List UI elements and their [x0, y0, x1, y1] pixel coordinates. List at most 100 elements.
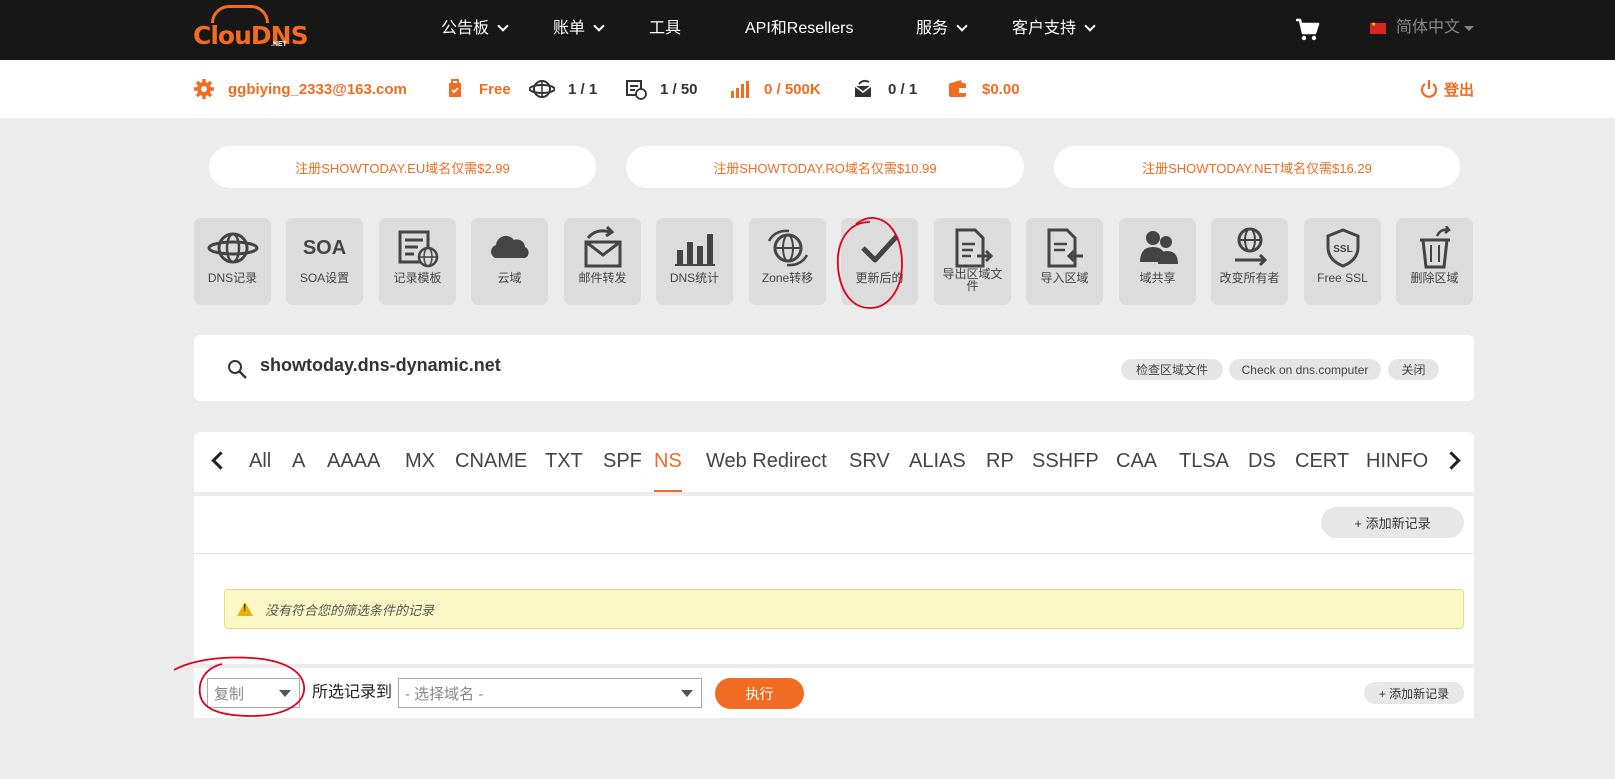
tab-cname[interactable]: CNAME	[455, 432, 527, 492]
bulk-action-select[interactable]: 复制	[207, 678, 300, 708]
tab-hinfo[interactable]: HINFO	[1366, 432, 1443, 492]
mail-forwards-count: 0 / 1	[853, 60, 917, 118]
mail-forward-icon	[584, 226, 621, 268]
shopping-cart-icon[interactable]	[1294, 16, 1320, 42]
tab-rp[interactable]: RP	[986, 432, 1014, 492]
records-globe-icon	[626, 80, 647, 100]
records-value: 1 / 50	[660, 80, 698, 98]
tool-label: 邮件转发	[578, 271, 627, 285]
caret-down-icon	[279, 690, 291, 697]
language-selector[interactable]: 简体中文	[1370, 0, 1475, 56]
add-record-button[interactable]: + 添加新记录	[1321, 507, 1464, 538]
tool-label: Free SSL	[1317, 271, 1368, 285]
tool-record-templates[interactable]: 记录模板	[379, 218, 456, 305]
logout-button[interactable]: 登出	[1418, 60, 1474, 118]
check-dns-computer-button[interactable]: Check on dns.computer	[1229, 359, 1381, 380]
pill-label: 检查区域文件	[1135, 363, 1208, 377]
nav-announcements[interactable]: 公告板	[441, 0, 509, 58]
promo-banner-net[interactable]: 注册SHOWTODAY.NET域名仅需$16.29	[1054, 146, 1460, 188]
zones-count: 1 / 1	[529, 60, 597, 118]
tab-aaaa[interactable]: AAAA	[327, 432, 380, 492]
tool-zone-transfer[interactable]: Zone转移	[749, 218, 826, 305]
tool-delete-zone[interactable]: 删除区域	[1396, 218, 1473, 305]
tool-change-owner[interactable]: 改变所有者	[1211, 218, 1288, 305]
import-file-icon	[1047, 228, 1083, 268]
chevron-right-icon[interactable]	[1442, 451, 1461, 470]
zones-value: 1 / 1	[568, 80, 598, 98]
tab-alias[interactable]: ALIAS	[909, 432, 966, 492]
gear-icon	[194, 79, 214, 99]
add-record-label: + 添加新记录	[1378, 686, 1450, 701]
tab-srv[interactable]: SRV	[849, 432, 890, 492]
tool-dns-records[interactable]: DNS记录	[194, 218, 271, 305]
tool-label: 删除区域	[1410, 271, 1459, 285]
tool-dns-statistics[interactable]: DNS统计	[656, 218, 733, 305]
bulk-action-bar: 复制 所选记录到 - 选择域名 - 执行 + 添加新记录	[194, 668, 1474, 718]
tool-updated[interactable]: 更新后的	[841, 218, 918, 305]
tab-ds[interactable]: DS	[1248, 432, 1276, 492]
nav-tools[interactable]: 工具	[649, 0, 681, 58]
nav-announcements-label: 公告板	[441, 20, 490, 37]
account-balance[interactable]: $0.00	[947, 60, 1020, 118]
ssl-icon-text: SSL	[1333, 244, 1352, 255]
account-email: ggbiying_2333@163.com	[228, 80, 407, 98]
tool-label: 更新后的	[855, 271, 904, 285]
tool-cloud-domain[interactable]: 云域	[471, 218, 548, 305]
cloudns-logo[interactable]: ClouDNS .NET	[193, 3, 309, 50]
nav-services-label: 服务	[916, 20, 949, 37]
mail-forwards-value: 0 / 1	[888, 80, 918, 98]
tab-all[interactable]: All	[249, 432, 271, 492]
search-icon[interactable]	[227, 359, 247, 379]
tool-domain-sharing[interactable]: 域共享	[1119, 218, 1196, 305]
bar-stats-icon	[731, 81, 749, 98]
execute-button[interactable]: 执行	[715, 678, 804, 709]
promo-banner-ro[interactable]: 注册SHOWTODAY.RO域名仅需$10.99	[626, 146, 1024, 188]
nav-support[interactable]: 客户支持	[1012, 0, 1096, 58]
tool-free-ssl[interactable]: SSL Free SSL	[1304, 218, 1381, 305]
tab-web-redirect[interactable]: Web Redirect	[706, 432, 827, 492]
tab-cert[interactable]: CERT	[1295, 432, 1349, 492]
tool-mail-forwarding[interactable]: 邮件转发	[564, 218, 641, 305]
tab-txt[interactable]: TXT	[545, 432, 583, 492]
template-icon	[398, 230, 438, 268]
wallet-icon	[949, 80, 967, 97]
domain-header: showtoday.dns-dynamic.net 检查区域文件 Check o…	[194, 335, 1474, 401]
tab-ns[interactable]: NS	[654, 432, 682, 492]
queries-count[interactable]: 0 / 500K	[729, 60, 821, 118]
tool-soa-settings[interactable]: SOA SOA设置	[286, 218, 363, 305]
close-zone-button[interactable]: 关闭	[1388, 359, 1439, 380]
tool-label: 导出区域文件	[942, 267, 1003, 293]
add-record-button-bottom[interactable]: + 添加新记录	[1364, 682, 1464, 704]
nav-services[interactable]: 服务	[916, 0, 968, 58]
users-icon	[1139, 231, 1178, 264]
tab-a[interactable]: A	[292, 432, 305, 492]
caret-down-icon	[681, 690, 693, 697]
account-settings[interactable]: ggbiying_2333@163.com	[193, 60, 407, 118]
soa-icon: SOA	[302, 236, 347, 259]
tool-label: Zone转移	[761, 271, 814, 285]
chevron-left-icon[interactable]	[211, 451, 230, 470]
trash-icon	[1419, 226, 1451, 269]
target-domain-select[interactable]: - 选择域名 -	[398, 678, 702, 708]
promo-banner-eu[interactable]: 注册SHOWTODAY.EU域名仅需$2.99	[209, 146, 596, 188]
chevron-down-icon	[956, 20, 968, 32]
tool-import-zone[interactable]: 导入区域	[1026, 218, 1103, 305]
nav-api-resellers[interactable]: API和Resellers	[745, 0, 853, 58]
tab-sshfp[interactable]: SSHFP	[1032, 432, 1099, 492]
nav-billing[interactable]: 账单	[553, 0, 605, 58]
china-flag-icon	[1370, 20, 1386, 34]
tool-label: 域共享	[1139, 271, 1176, 285]
check-zone-file-button[interactable]: 检查区域文件	[1121, 359, 1223, 380]
nav-billing-label: 账单	[553, 20, 586, 37]
plan-status[interactable]: Free	[444, 60, 511, 118]
top-navigation: ClouDNS .NET 公告板 账单 工具 API和Resellers 服务 …	[0, 0, 1615, 60]
plan-label: Free	[479, 80, 511, 98]
tool-export-zone-file[interactable]: 导出区域文件	[934, 218, 1011, 305]
tab-spf[interactable]: SPF	[603, 432, 642, 492]
account-status-bar: ggbiying_2333@163.com Free 1 / 1 1 / 50	[0, 60, 1615, 118]
tab-tlsa[interactable]: TLSA	[1179, 432, 1229, 492]
tab-mx[interactable]: MX	[405, 432, 435, 492]
language-label: 简体中文	[1396, 19, 1461, 36]
tab-caa[interactable]: CAA	[1116, 432, 1157, 492]
tool-label: DNS记录	[207, 271, 258, 285]
